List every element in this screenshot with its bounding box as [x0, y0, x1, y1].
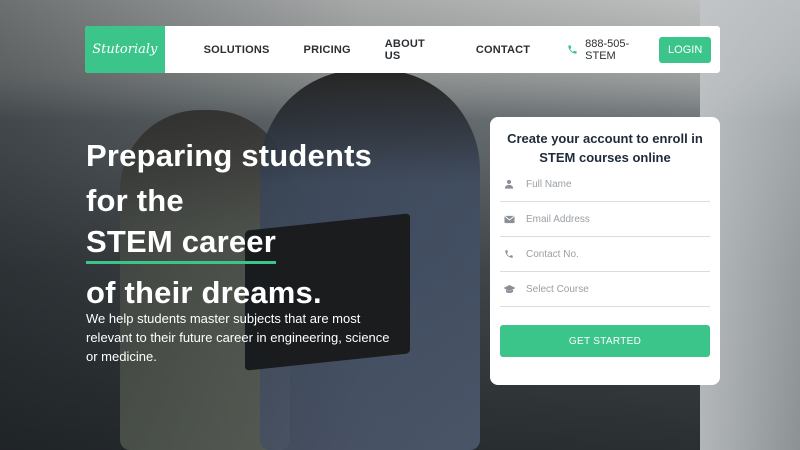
phone-number: 888-505-STEM: [585, 37, 630, 62]
login-button[interactable]: LOGIN: [659, 36, 712, 63]
navbar: Stutorialy SOLUTIONS PRICING ABOUT US CO…: [85, 26, 720, 73]
course-select[interactable]: [526, 283, 696, 295]
phone-link[interactable]: 888-505-STEM: [567, 38, 659, 62]
user-icon: [500, 179, 518, 189]
contact-field: [500, 237, 710, 272]
nav-link-about-us[interactable]: ABOUT US: [385, 38, 442, 62]
phone-icon: [500, 249, 518, 259]
hero-line-highlight: STEM career: [86, 223, 277, 264]
contact-number-input[interactable]: [526, 248, 696, 260]
hero-heading: Preparing students for the STEM career o…: [86, 133, 416, 315]
full-name-field: [500, 167, 710, 202]
phone-icon: [568, 45, 577, 54]
email-field: [500, 202, 710, 237]
hero-subtitle: We help students master subjects that ar…: [86, 311, 390, 364]
nav-link-solutions[interactable]: SOLUTIONS: [204, 44, 270, 56]
logo[interactable]: Stutorialy: [85, 26, 165, 73]
nav-links: SOLUTIONS PRICING ABOUT US CONTACT: [204, 38, 565, 62]
form-title: Create your account to enroll in STEM co…: [507, 131, 703, 165]
envelope-icon: [500, 215, 518, 224]
full-name-input[interactable]: [526, 178, 696, 190]
get-started-button[interactable]: GET STARTED: [500, 325, 710, 357]
signup-form-card: Create your account to enroll in STEM co…: [490, 117, 720, 385]
logo-text: Stutorialy: [92, 42, 158, 57]
hero-line-2: for the: [86, 183, 184, 218]
hero-line-1: Preparing students: [86, 138, 373, 173]
nav-link-pricing[interactable]: PRICING: [304, 44, 351, 56]
course-select-field: [500, 272, 710, 307]
nav-link-contact[interactable]: CONTACT: [476, 44, 530, 56]
graduation-cap-icon: [500, 284, 518, 294]
email-input[interactable]: [526, 213, 696, 225]
